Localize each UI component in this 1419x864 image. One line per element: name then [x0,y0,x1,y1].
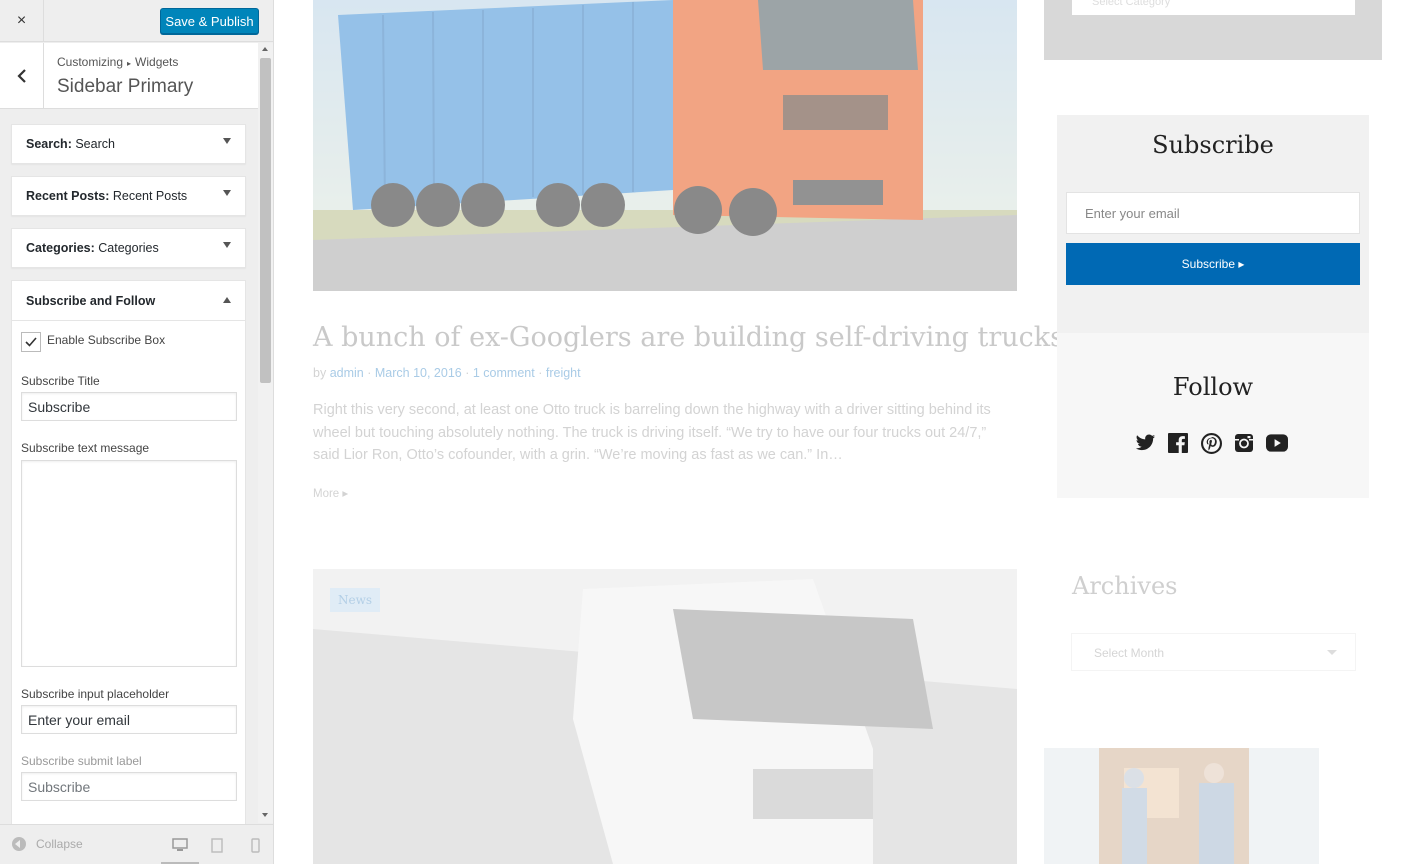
subscribe-submit-label: Subscribe submit label [21,754,142,768]
subscribe-title-label: Subscribe Title [21,374,100,388]
widget-subscribe-follow: Subscribe and Follow Enable Subscribe Bo… [11,280,246,840]
section-header: Customizing ▸ Widgets Sidebar Primary [0,43,258,109]
chevron-down-icon[interactable] [223,190,231,196]
enable-subscribe-label: Enable Subscribe Box [47,333,166,347]
widget-title: Search: Search [26,137,115,151]
chevron-left-icon [16,68,26,83]
meta-separator: · [465,366,470,380]
post-featured-image-2[interactable] [313,569,1017,864]
breadcrumb: Customizing ▸ Widgets [57,55,178,69]
instagram-icon[interactable] [1233,432,1255,454]
desktop-preview-button[interactable] [170,835,190,855]
post-author-link[interactable]: admin [330,366,364,380]
customizer-footer: Collapse [0,824,273,864]
post-date-link[interactable]: March 10, 2016 [375,366,462,380]
widget-title: Subscribe and Follow [26,294,156,308]
customizer-header: × Save & Publish [0,0,273,42]
tablet-preview-button[interactable] [207,835,227,855]
categories-widget: Select Category [1044,0,1382,60]
widget-categories[interactable]: Categories: Categories [11,228,246,268]
post-featured-image[interactable] [313,0,1017,291]
sidebar-image [1044,748,1319,864]
widget-title: Recent Posts: Recent Posts [26,189,188,203]
chevron-down-icon[interactable] [223,138,231,144]
collapse-icon [12,837,26,851]
widget-subscribe-header[interactable]: Subscribe and Follow [12,281,245,321]
desktop-icon [172,838,188,851]
truck-image-2 [313,569,1017,864]
scroll-up-arrow[interactable] [262,47,268,51]
subscribe-placeholder-input[interactable] [21,705,237,734]
chevron-down-icon [1327,650,1337,655]
scroll-thumb[interactable] [260,58,271,383]
widget-recent-posts[interactable]: Recent Posts: Recent Posts [11,176,246,216]
social-icons [1134,432,1288,454]
meta-separator: · [538,366,543,380]
site-preview: A bunch of ex-Googlers are building self… [274,0,1419,864]
meta-separator: · [367,366,372,380]
breadcrumb-current: Widgets [135,55,179,69]
close-customizer-button[interactable]: × [0,0,44,42]
tablet-icon [211,837,223,853]
subscribe-widget: Subscribe Subscribe ▸ [1057,115,1369,333]
facebook-icon[interactable] [1167,432,1189,454]
follow-heading: Follow [1172,373,1254,401]
back-button[interactable] [0,43,44,108]
subscribe-button[interactable]: Subscribe ▸ [1066,243,1360,285]
post-excerpt: Right this very second, at least one Ott… [313,402,991,463]
read-more-link[interactable]: More ▸ [313,486,348,500]
category-badge[interactable]: News [330,588,381,612]
chevron-up-icon[interactable] [223,297,231,303]
post-category-link[interactable]: freight [546,366,581,380]
category-select[interactable]: Select Category [1072,0,1355,15]
save-publish-button[interactable]: Save & Publish [160,8,259,34]
post-comments-link[interactable]: 1 comment [473,366,535,380]
archives-select-value: Select Month [1094,646,1165,660]
panel-scrollbar[interactable] [258,43,273,823]
subscribe-submit-input[interactable] [21,772,237,801]
archives-heading: Archives [1072,572,1178,600]
chevron-down-icon[interactable] [223,242,231,248]
delivery-photo [1044,748,1319,864]
mobile-icon [250,837,260,853]
breadcrumb-separator: ▸ [127,59,132,68]
widget-title: Categories: Categories [26,241,159,255]
subscribe-text-label: Subscribe text message [21,441,150,455]
enable-subscribe-checkbox[interactable] [21,332,41,352]
customizer-panel: × Save & Publish Customizing ▸ Widgets Sid… [0,0,274,864]
subscribe-email-input[interactable] [1066,192,1360,234]
subscribe-heading: Subscribe [1152,131,1274,159]
follow-widget: Follow [1057,333,1369,498]
archives-select[interactable]: Select Month [1072,634,1355,670]
collapse-label: Collapse [36,837,83,851]
mobile-preview-button[interactable] [245,835,265,855]
section-title: Sidebar Primary [57,76,194,97]
truck-image [313,0,1017,291]
subscribe-placeholder-label: Subscribe input placeholder [21,687,170,701]
post-title[interactable]: A bunch of ex-Googlers are building self… [313,322,1064,353]
collapse-button[interactable]: Collapse [12,837,83,851]
close-icon: × [16,12,27,29]
breadcrumb-root: Customizing [57,55,124,69]
post-meta: by admin · March 10, 2016 · 1 comment · … [313,366,581,380]
post-by: by [313,366,327,380]
youtube-icon[interactable] [1266,432,1288,454]
checkmark-icon [25,337,37,347]
subscribe-text-textarea[interactable] [21,460,237,667]
widget-search[interactable]: Search: Search [11,124,246,164]
twitter-icon[interactable] [1134,432,1156,454]
pinterest-icon[interactable] [1200,432,1222,454]
subscribe-title-input[interactable] [21,392,237,421]
scroll-down-arrow[interactable] [262,813,268,817]
